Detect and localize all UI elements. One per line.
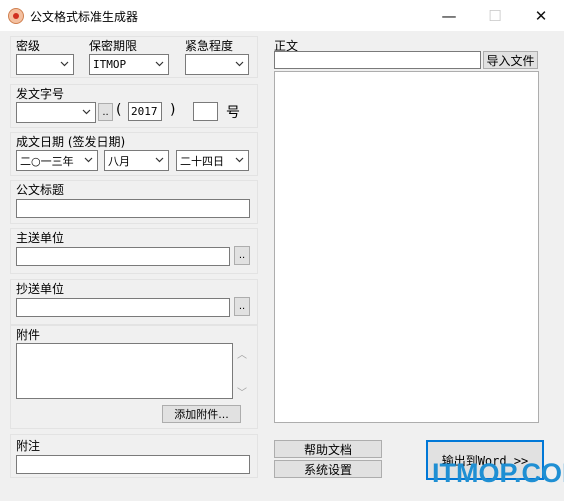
close-button[interactable]: ✕	[518, 0, 564, 31]
window-title: 公文格式标准生成器	[30, 10, 139, 24]
cc-browse-button[interactable]: ..	[234, 297, 250, 316]
chevron-down-icon	[235, 61, 244, 67]
chevron-down-icon	[155, 61, 164, 67]
body-textarea[interactable]	[274, 71, 539, 423]
paren-open: (	[116, 102, 122, 118]
secrecy-label: 密级	[16, 39, 41, 53]
doc-title-label: 公文标题	[16, 183, 65, 197]
chevron-down-icon	[82, 109, 91, 115]
import-file-button[interactable]: 导入文件	[483, 51, 538, 69]
watermark-logo: ITMOP.COM	[432, 458, 564, 488]
date-year-select[interactable]: 二○一三年	[16, 150, 98, 171]
attachment-label: 附件	[16, 328, 41, 342]
cc-label: 抄送单位	[16, 282, 65, 296]
main-recipient-browse-button[interactable]: ..	[234, 246, 250, 265]
doc-prefix-select[interactable]	[16, 102, 96, 123]
main-recipient-label: 主送单位	[16, 231, 65, 245]
maximize-button[interactable]: ☐	[472, 0, 518, 31]
chevron-down-icon	[235, 157, 244, 163]
settings-button[interactable]: 系统设置	[274, 460, 382, 478]
security-period-value: ITMOP	[93, 58, 127, 71]
note-input[interactable]	[16, 455, 250, 474]
app-logo-icon	[8, 8, 24, 24]
doc-prefix-browse-button[interactable]: ..	[98, 103, 113, 121]
chevron-down-icon	[60, 61, 69, 67]
note-label: 附注	[16, 439, 41, 453]
title-bar: 公文格式标准生成器 — ☐ ✕	[0, 0, 564, 31]
help-button[interactable]: 帮助文档	[274, 440, 382, 458]
main-recipient-input[interactable]	[16, 247, 230, 266]
urgency-label: 紧急程度	[185, 39, 234, 53]
chevron-down-icon	[155, 157, 164, 163]
date-day-select[interactable]: 二十四日	[176, 150, 249, 171]
attachment-textarea[interactable]	[16, 343, 233, 399]
security-period-label: 保密期限	[89, 39, 138, 53]
date-year-value: 二○一三年	[20, 154, 74, 168]
date-day-value: 二十四日	[180, 154, 224, 168]
doc-number-input[interactable]	[193, 102, 218, 121]
security-period-select[interactable]: ITMOP	[89, 54, 169, 75]
minimize-button[interactable]: —	[426, 0, 472, 31]
body-path-input[interactable]	[274, 51, 481, 69]
hao-label: 号	[226, 105, 240, 121]
cc-input[interactable]	[16, 298, 230, 317]
doc-number-label: 发文字号	[16, 87, 65, 101]
scroll-down-icon[interactable]: ﹀	[237, 384, 247, 399]
secrecy-select[interactable]	[16, 54, 74, 75]
doc-title-input[interactable]	[16, 199, 250, 218]
date-month-value: 八月	[108, 154, 130, 168]
urgency-select[interactable]	[185, 54, 249, 75]
date-label: 成文日期 (签发日期)	[16, 135, 126, 149]
date-month-select[interactable]: 八月	[104, 150, 169, 171]
chevron-down-icon	[84, 157, 93, 163]
scroll-up-icon[interactable]: ︿	[237, 346, 247, 361]
paren-close: )	[170, 102, 176, 118]
doc-year-input[interactable]: 2017	[128, 102, 162, 121]
add-attachment-button[interactable]: 添加附件...	[162, 405, 241, 423]
